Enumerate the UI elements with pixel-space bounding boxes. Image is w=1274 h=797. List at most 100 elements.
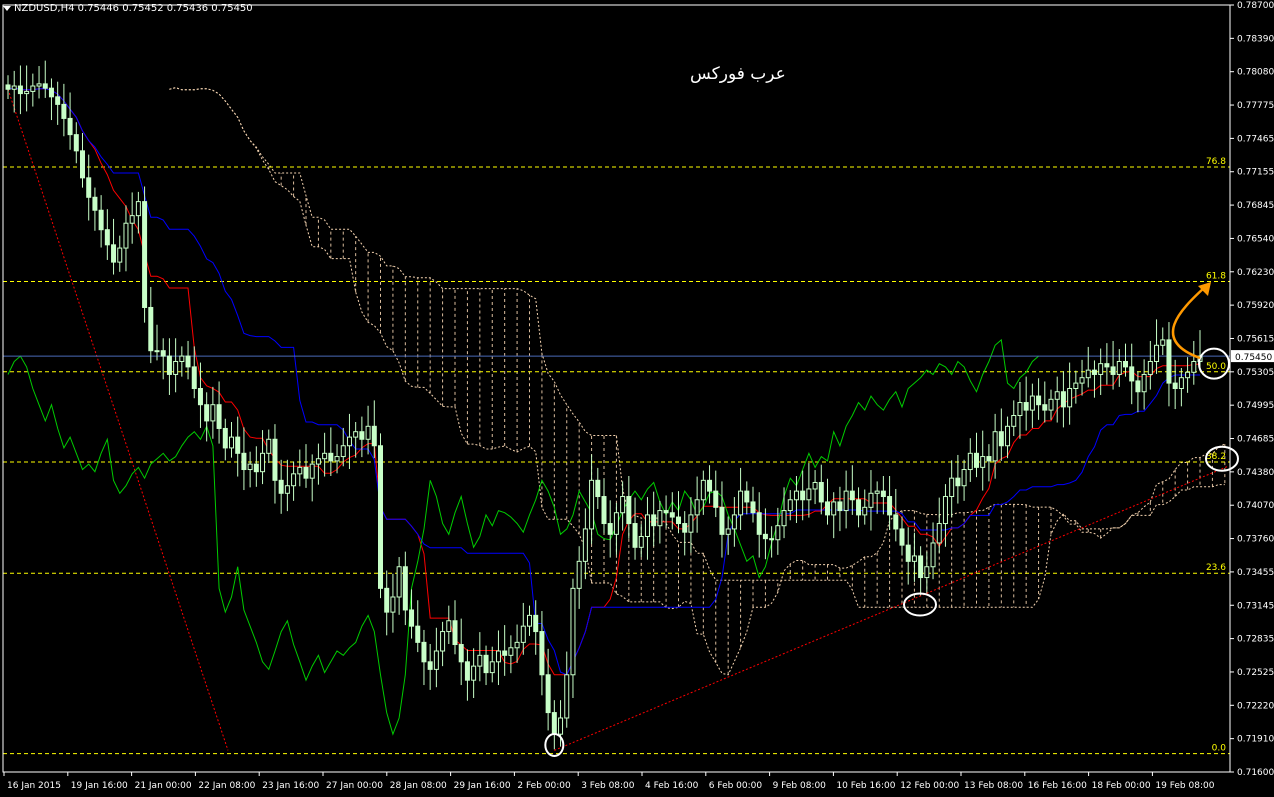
candle-bull bbox=[874, 490, 880, 494]
candle-bear bbox=[893, 514, 899, 530]
candle-bear bbox=[166, 355, 172, 375]
fib-level-label: 76.8 bbox=[1206, 157, 1226, 167]
y-tick-label: 0.73760 bbox=[1237, 535, 1274, 545]
candle-bull bbox=[992, 431, 998, 462]
candle-bull bbox=[862, 506, 868, 516]
x-tick-label: 27 Jan 00:00 bbox=[326, 781, 383, 791]
x-tick-label: 29 Jan 16:00 bbox=[454, 781, 511, 791]
candle-bull bbox=[346, 436, 352, 447]
candle-bull bbox=[700, 479, 706, 501]
x-tick-label: 16 Jan 2015 bbox=[7, 781, 61, 791]
candle-bull bbox=[179, 355, 185, 362]
dropdown-triangle-icon[interactable] bbox=[3, 5, 11, 11]
y-tick-label: 0.76230 bbox=[1237, 268, 1274, 278]
candle-bull bbox=[495, 650, 501, 663]
candle-bear bbox=[86, 177, 92, 198]
candle-bull bbox=[725, 528, 731, 535]
open-value: 0.75446 bbox=[77, 3, 120, 14]
candle-bear bbox=[148, 306, 154, 352]
candle-bear bbox=[17, 85, 23, 95]
y-tick-label: 0.77775 bbox=[1237, 101, 1274, 111]
kijun-line bbox=[7, 87, 1200, 676]
y-tick-label: 0.75305 bbox=[1237, 368, 1274, 378]
x-tick-label: 6 Feb 00:00 bbox=[709, 781, 763, 791]
candle-bear bbox=[762, 533, 768, 540]
x-tick-label: 18 Feb 00:00 bbox=[1092, 781, 1151, 791]
candle-bear bbox=[849, 490, 855, 501]
candle-bull bbox=[694, 499, 700, 516]
candle-bull bbox=[1160, 339, 1166, 346]
candle-bear bbox=[769, 538, 775, 541]
candle-bull bbox=[340, 445, 346, 458]
candle-bear bbox=[483, 654, 489, 674]
candle-bull bbox=[135, 201, 141, 217]
candle-bull bbox=[1116, 360, 1122, 375]
candle-bear bbox=[1104, 363, 1110, 368]
candle-bull bbox=[949, 477, 955, 498]
symbol-header: NZDUSD,H4 0.75446 0.75452 0.75436 0.7545… bbox=[3, 3, 253, 14]
candle-bear bbox=[1172, 382, 1178, 390]
fib-level-label: 23.6 bbox=[1206, 563, 1226, 573]
candle-bull bbox=[440, 631, 446, 652]
candle-bear bbox=[905, 544, 911, 562]
candle-bear bbox=[222, 427, 228, 449]
candle-bear bbox=[402, 566, 408, 611]
candle-bull bbox=[477, 654, 483, 667]
x-tick-label: 22 Jan 08:00 bbox=[198, 781, 255, 791]
candle-bull bbox=[390, 596, 396, 613]
candle-bull bbox=[433, 650, 439, 670]
candle-bear bbox=[539, 631, 545, 676]
candle-bull bbox=[514, 641, 520, 649]
candle-bear bbox=[918, 555, 924, 579]
candle-bull bbox=[520, 625, 526, 643]
candle-bull bbox=[961, 469, 967, 487]
candle-bear bbox=[676, 516, 681, 525]
candle-bull bbox=[284, 485, 290, 494]
candle-bear bbox=[1123, 360, 1128, 368]
candle-bull bbox=[570, 587, 576, 676]
close-value: 0.75450 bbox=[211, 3, 253, 14]
candle-bear bbox=[42, 83, 48, 89]
y-tick-label: 0.76540 bbox=[1237, 234, 1274, 244]
candle-bull bbox=[353, 431, 359, 438]
x-tick-label: 12 Feb 00:00 bbox=[900, 781, 959, 791]
y-tick-label: 0.78700 bbox=[1237, 1, 1274, 11]
candle-bear bbox=[800, 490, 806, 501]
plot-frame bbox=[2, 4, 1231, 773]
candle-bear bbox=[607, 523, 613, 535]
y-tick-label: 0.77465 bbox=[1237, 134, 1274, 144]
candle-bull bbox=[527, 614, 532, 627]
candle-bear bbox=[1110, 366, 1116, 375]
candle-bear bbox=[744, 490, 750, 503]
candle-bull bbox=[558, 717, 564, 735]
candle-bear bbox=[887, 496, 893, 516]
fib-level-label: 38.2 bbox=[1206, 452, 1226, 462]
candle-bull bbox=[781, 510, 787, 527]
candle-bear bbox=[48, 87, 54, 98]
candle-bear bbox=[955, 477, 961, 487]
candle-bear bbox=[359, 431, 365, 440]
candle-bear bbox=[384, 587, 390, 613]
candle-bull bbox=[911, 555, 917, 562]
candle-bear bbox=[241, 452, 247, 471]
candle-bull bbox=[1054, 391, 1060, 400]
candle-bull bbox=[508, 647, 514, 656]
y-tick-label: 0.77155 bbox=[1237, 168, 1274, 178]
candle-bull bbox=[123, 222, 129, 249]
candle-bull bbox=[1029, 395, 1035, 411]
y-tick-label: 0.75920 bbox=[1237, 301, 1274, 311]
cloud-span-a bbox=[169, 87, 1225, 676]
candle-bull bbox=[843, 490, 849, 512]
y-tick-label: 0.74995 bbox=[1237, 401, 1274, 411]
candle-bear bbox=[595, 479, 601, 498]
chikou-line bbox=[7, 338, 1039, 736]
y-tick-label: 0.74070 bbox=[1237, 501, 1274, 511]
candle-bull bbox=[868, 492, 874, 508]
candle-bull bbox=[576, 560, 582, 589]
candle-bear bbox=[1129, 366, 1135, 382]
candle-bear bbox=[682, 523, 688, 533]
candle-bear bbox=[750, 501, 756, 514]
candle-bull bbox=[247, 463, 253, 471]
current-price-label: 0.75450 bbox=[1235, 353, 1272, 363]
chart-area[interactable]: 0.0 23.6 38.2 50.0 61.8 76.8 0.78700 0.78390 0.… bbox=[0, 0, 1274, 793]
